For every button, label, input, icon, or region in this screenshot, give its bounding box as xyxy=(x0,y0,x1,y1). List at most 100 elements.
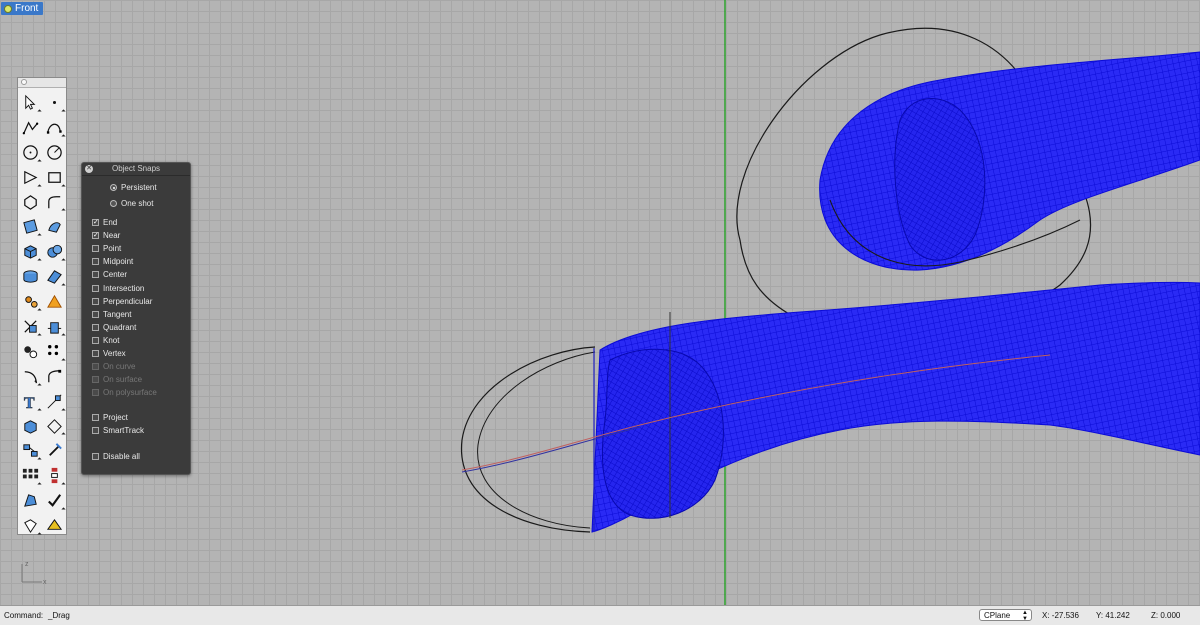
tool-boolean-button[interactable] xyxy=(42,289,66,314)
snap-center[interactable]: Center xyxy=(92,270,127,279)
tool-text-button[interactable]: T xyxy=(18,389,42,414)
tool-material-button[interactable] xyxy=(42,513,66,538)
tool-sphere-button[interactable] xyxy=(42,239,66,264)
tool-block-button[interactable] xyxy=(18,414,42,439)
checkbox[interactable] xyxy=(92,310,99,318)
snap-knot[interactable]: Knot xyxy=(92,336,119,345)
snap-perpendicular[interactable]: Perpendicular xyxy=(92,297,152,306)
checkbox[interactable]: ✓ xyxy=(92,219,99,226)
snap-option-project[interactable]: Project xyxy=(92,413,128,422)
tool-properties-button[interactable] xyxy=(42,438,66,463)
viewport-tab-front[interactable]: Front xyxy=(1,2,44,15)
object-snaps-titlebar[interactable]: ✕ Object Snaps xyxy=(82,163,190,176)
flyout-indicator xyxy=(37,333,42,338)
tool-surface-from-points-button[interactable] xyxy=(18,214,42,239)
checkbox[interactable] xyxy=(92,427,99,434)
checkbox xyxy=(92,389,99,397)
viewport-title: Front xyxy=(15,3,39,14)
tool-group-button[interactable] xyxy=(18,339,42,364)
tool-point-button[interactable] xyxy=(42,90,66,115)
snap-midpoint[interactable]: Midpoint xyxy=(92,257,133,266)
snap-near[interactable]: ✓ Near xyxy=(92,231,120,240)
tool-explode-button[interactable] xyxy=(18,289,42,314)
tool-split-button[interactable] xyxy=(42,314,66,339)
tool-dimension-button[interactable] xyxy=(42,389,66,414)
tool-array-button[interactable] xyxy=(42,339,66,364)
command-label: Command: xyxy=(4,611,44,620)
checkbox[interactable] xyxy=(92,245,99,253)
snap-label: Point xyxy=(103,244,122,254)
checkbox[interactable] xyxy=(92,414,99,421)
flyout-indicator xyxy=(37,233,42,238)
radio-persistent[interactable] xyxy=(110,184,117,191)
snap-label: Knot xyxy=(103,335,120,345)
tool-planar-surface-button[interactable] xyxy=(42,264,66,289)
tool-select-arrow-button[interactable] xyxy=(18,90,42,115)
group-icon xyxy=(23,346,37,358)
checkbox[interactable] xyxy=(92,284,99,292)
snap-end[interactable]: ✓ End xyxy=(92,218,117,227)
arc-icon xyxy=(46,144,62,160)
tool-polyline-button[interactable] xyxy=(18,115,42,140)
tool-palette-titlebar[interactable] xyxy=(18,78,66,88)
radio-one-shot[interactable] xyxy=(110,200,117,207)
close-icon[interactable]: ✕ xyxy=(85,165,93,173)
option-label: SmartTrack xyxy=(103,426,145,435)
tool-fillet-curve-button[interactable] xyxy=(42,190,66,215)
option-label: Project xyxy=(103,413,128,422)
tool-rectangle-button[interactable] xyxy=(42,165,66,190)
mode-label: Persistent xyxy=(121,183,157,192)
tool-box-button[interactable] xyxy=(18,239,42,264)
tool-check-button[interactable] xyxy=(42,488,66,513)
flyout-indicator xyxy=(37,109,42,114)
tool-polygon-button[interactable] xyxy=(18,190,42,215)
tool-layers-button[interactable] xyxy=(18,438,42,463)
checkbox[interactable] xyxy=(92,336,99,344)
snap-tangent[interactable]: Tangent xyxy=(92,310,131,319)
checkbox xyxy=(92,363,99,371)
tool-grid-button[interactable] xyxy=(18,463,42,488)
tool-extrude-button[interactable] xyxy=(18,264,42,289)
boolean-icon xyxy=(46,294,62,308)
checkbox[interactable] xyxy=(92,323,99,331)
snap-option-smarttrack[interactable]: SmartTrack xyxy=(92,426,144,435)
tool-analyze-button[interactable] xyxy=(42,414,66,439)
tool-curve-button[interactable] xyxy=(42,115,66,140)
palette-close-icon[interactable] xyxy=(21,79,27,85)
snap-vertex[interactable]: Vertex xyxy=(92,349,126,358)
tool-snap-button[interactable] xyxy=(42,463,66,488)
tool-circle-button[interactable] xyxy=(18,140,42,165)
checkbox xyxy=(92,376,99,384)
flyout-indicator xyxy=(61,208,66,214)
tool-ellipse-button[interactable] xyxy=(18,165,42,190)
sphere-icon xyxy=(46,245,62,258)
tool-fillet-button[interactable] xyxy=(18,364,42,389)
checkbox[interactable] xyxy=(92,271,99,279)
mode-one-shot[interactable]: One shot xyxy=(110,199,153,208)
checkbox[interactable] xyxy=(92,453,99,460)
checkbox[interactable] xyxy=(92,297,99,305)
tool-blend-curve-button[interactable] xyxy=(42,364,66,389)
snap-on-surface: On surface xyxy=(92,375,142,384)
mode-persistent[interactable]: Persistent xyxy=(110,183,157,192)
surface-from-points-icon xyxy=(22,219,38,235)
checkbox[interactable] xyxy=(92,258,99,266)
tool-arc-button[interactable] xyxy=(42,140,66,165)
tool-loft-button[interactable] xyxy=(42,214,66,239)
snap-intersection[interactable]: Intersection xyxy=(92,284,144,293)
tool-trim-button[interactable] xyxy=(18,314,42,339)
check-icon xyxy=(47,494,61,508)
snap-label: On surface xyxy=(103,375,143,385)
tool-render-button[interactable] xyxy=(18,488,42,513)
curve-icon xyxy=(46,123,62,134)
snap-disable-all[interactable]: Disable all xyxy=(92,452,140,461)
tool-shade-button[interactable] xyxy=(18,513,42,538)
snap-point[interactable]: Point xyxy=(92,244,121,253)
flyout-indicator xyxy=(37,407,42,413)
snap-quadrant[interactable]: Quadrant xyxy=(92,323,136,332)
checkbox[interactable]: ✓ xyxy=(92,232,99,240)
material-icon xyxy=(46,519,62,530)
flyout-indicator xyxy=(37,383,42,388)
checkbox[interactable] xyxy=(92,350,99,357)
cplane-select[interactable]: CPlane ▲ ▼ xyxy=(979,609,1032,622)
